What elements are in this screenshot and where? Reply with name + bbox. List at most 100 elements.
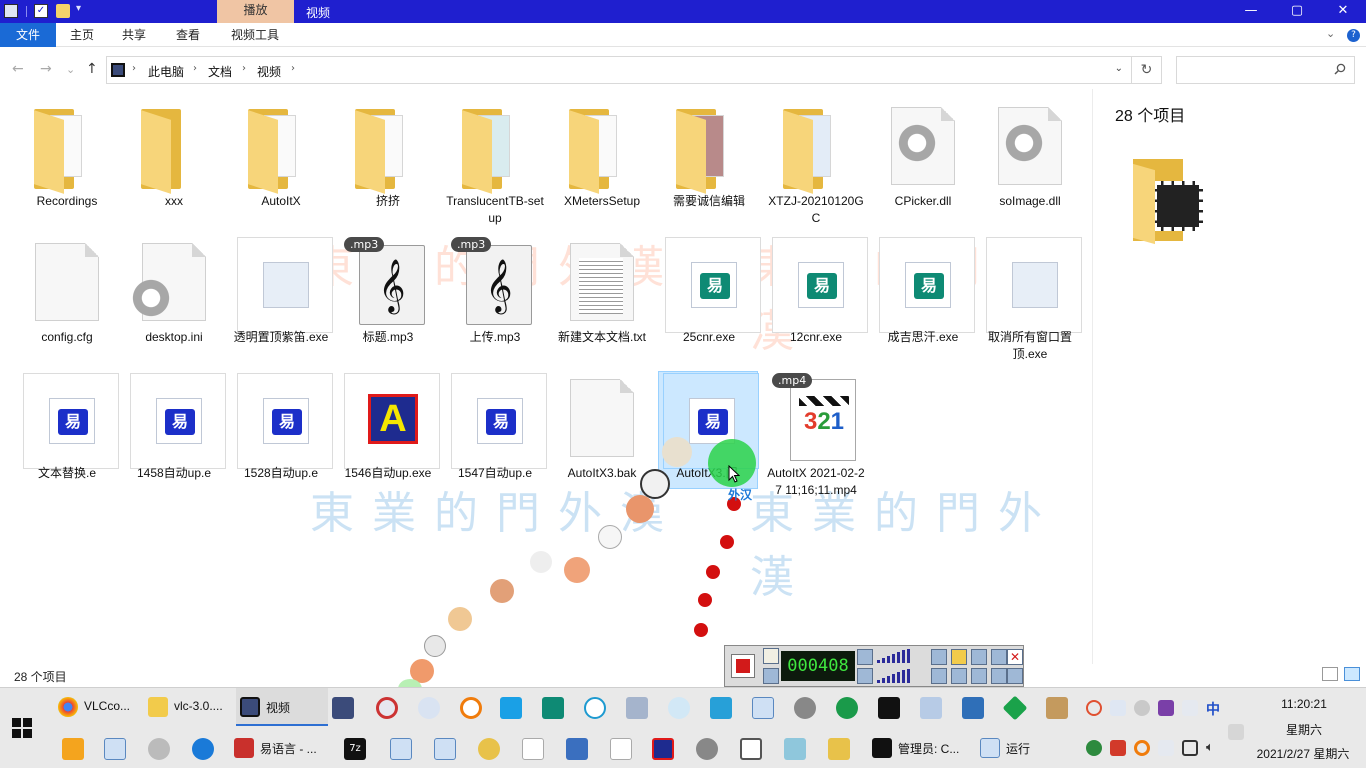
timer-icon[interactable] — [763, 648, 779, 664]
forward-button[interactable]: → — [40, 61, 52, 77]
collapse-icon[interactable] — [991, 649, 1007, 665]
large-icons-view-icon[interactable] — [1344, 667, 1360, 681]
taskbar-button-cmd[interactable]: 管理员: C... — [868, 729, 970, 767]
clock-weekday[interactable]: 星期六 — [1264, 721, 1344, 738]
taskbar-button-e-language[interactable]: 易语言 - ... — [230, 729, 330, 767]
volume-icon[interactable]: 🔈︎ — [1206, 740, 1222, 756]
customize-quick-access-icon[interactable]: ▾ — [76, 3, 81, 14]
window-app-icon[interactable] — [104, 738, 126, 760]
tray-pen-icon[interactable] — [1110, 740, 1126, 756]
network-icon[interactable] — [1182, 740, 1198, 756]
tab-view[interactable]: 查看 — [166, 23, 210, 47]
speaker-icon[interactable] — [857, 649, 873, 665]
record-icon[interactable] — [376, 697, 398, 719]
tray-grid-icon[interactable] — [1158, 700, 1174, 716]
window-app-icon[interactable] — [434, 738, 456, 760]
tray-touch-icon[interactable] — [1158, 740, 1174, 756]
package-icon[interactable] — [1046, 697, 1068, 719]
minimize-button[interactable]: — — [1228, 0, 1274, 23]
globe-icon[interactable] — [192, 738, 214, 760]
tab-home[interactable]: 主页 — [60, 23, 104, 47]
app-a-icon[interactable] — [652, 738, 674, 760]
blank-doc-icon[interactable] — [610, 738, 632, 760]
diamond-icon[interactable] — [1002, 695, 1028, 721]
tab-share[interactable]: 共享 — [112, 23, 156, 47]
chevron-right-icon[interactable]: › — [242, 63, 246, 74]
settings-icon[interactable] — [971, 649, 987, 665]
film-icon[interactable] — [332, 697, 354, 719]
window-app-icon[interactable] — [752, 697, 774, 719]
explorer-app-icon[interactable] — [62, 738, 84, 760]
7zip-icon[interactable]: 7z — [344, 738, 366, 760]
bilibili-icon[interactable] — [500, 697, 522, 719]
globe-icon[interactable] — [836, 697, 858, 719]
window-app-icon[interactable] — [390, 738, 412, 760]
back-button[interactable]: ← — [12, 61, 24, 77]
mic-volume-meter[interactable] — [877, 669, 927, 683]
close-button[interactable]: ✕ — [1320, 0, 1366, 23]
editor-icon[interactable] — [920, 697, 942, 719]
autoit-icon[interactable] — [794, 697, 816, 719]
tray-globe-icon[interactable] — [1086, 740, 1102, 756]
monitor-icon[interactable] — [991, 668, 1007, 684]
record-stop-button[interactable] — [731, 654, 755, 678]
e-language-icon[interactable] — [542, 697, 564, 719]
chevron-right-icon[interactable]: › — [291, 63, 295, 74]
network-icon[interactable] — [584, 697, 606, 719]
webcam-icon[interactable] — [931, 649, 947, 665]
clock-date[interactable]: 2021/2/27 星期六 — [1248, 745, 1358, 762]
region-icon[interactable] — [931, 668, 947, 684]
tab-video-tools[interactable]: 视频工具 — [222, 23, 288, 47]
blank-doc-icon[interactable] — [522, 738, 544, 760]
translate-icon[interactable] — [626, 697, 648, 719]
properties-icon[interactable]: ✓ — [34, 4, 48, 18]
speaker-volume-meter[interactable] — [877, 649, 927, 663]
search-box[interactable] — [1176, 56, 1355, 84]
music-editor-icon[interactable] — [878, 697, 900, 719]
screen-icon[interactable] — [1007, 668, 1023, 684]
window-icon[interactable] — [971, 668, 987, 684]
taskbar-button-run[interactable]: 运行 — [976, 729, 1072, 767]
atom-icon[interactable] — [668, 697, 690, 719]
breadcrumb-videos[interactable]: 视频 — [257, 63, 281, 80]
rocket-icon[interactable] — [418, 697, 440, 719]
folder-icon[interactable] — [951, 649, 967, 665]
fullscreen-icon[interactable] — [951, 668, 967, 684]
maximize-button[interactable]: ▢ — [1274, 0, 1320, 23]
search-input[interactable] — [1177, 57, 1327, 83]
capture-icon[interactable] — [740, 738, 762, 760]
tray-search-icon[interactable] — [1134, 740, 1150, 756]
tray-app-icon[interactable] — [1134, 700, 1150, 716]
tray-tool-icon[interactable] — [1182, 700, 1198, 716]
breadcrumb-documents[interactable]: 文档 — [208, 63, 232, 80]
chevron-right-icon[interactable]: › — [132, 63, 136, 74]
new-folder-icon[interactable] — [56, 4, 70, 18]
microphone-icon[interactable] — [857, 668, 873, 684]
chevron-right-icon[interactable]: › — [193, 63, 197, 74]
address-bar[interactable]: › 此电脑 › 文档 › 视频 › ⌄ — [106, 56, 1132, 84]
taskbar-button-folder[interactable]: vlc-3.0.... — [144, 688, 232, 726]
context-tab-play[interactable]: 播放 — [217, 0, 294, 23]
recent-locations-button[interactable]: ⌄ — [66, 63, 75, 76]
taskbar-button-chrome[interactable]: VLCco... — [54, 688, 138, 726]
help-icon[interactable]: ? — [1347, 29, 1360, 42]
close-icon[interactable]: ✕ — [1007, 649, 1023, 665]
book-icon[interactable] — [566, 738, 588, 760]
database-icon[interactable] — [710, 697, 732, 719]
search-folder-icon[interactable] — [828, 738, 850, 760]
breadcrumb-this-pc[interactable]: 此电脑 — [148, 63, 184, 80]
details-view-icon[interactable] — [1322, 667, 1338, 681]
address-dropdown-icon[interactable]: ⌄ — [1115, 63, 1123, 74]
up-button[interactable]: ↑ — [86, 61, 98, 77]
tray-circle-icon[interactable] — [1086, 700, 1102, 716]
duck-icon[interactable] — [478, 738, 500, 760]
tray-cursor-icon[interactable] — [1110, 700, 1126, 716]
search-icon[interactable] — [1334, 63, 1346, 75]
ime-indicator[interactable]: 中 — [1206, 699, 1220, 719]
user-tool-icon[interactable] — [962, 697, 984, 719]
taskbar-button-videos[interactable]: 视频 — [236, 688, 328, 726]
chevron-down-icon[interactable]: ⌄ — [1326, 27, 1335, 40]
system-menu-icon[interactable] — [4, 4, 18, 18]
autoit-icon[interactable] — [696, 738, 718, 760]
ime-mode-icon[interactable] — [1228, 724, 1244, 740]
